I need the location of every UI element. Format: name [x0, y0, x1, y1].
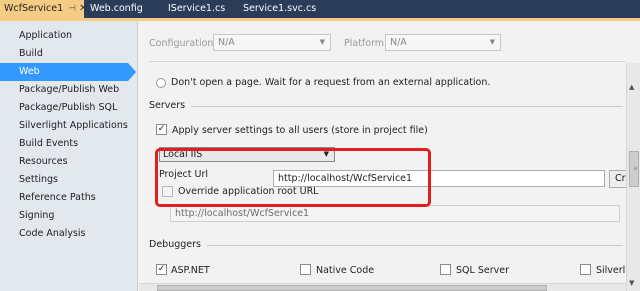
- native-code-debugger-label: Native Code: [316, 265, 375, 276]
- tab-label: WcfService1: [4, 3, 64, 14]
- chevron-down-icon: ▼: [319, 38, 325, 46]
- web-properties-page: Configuration: N/A ▼ Platform: N/A ▼ Don…: [139, 21, 640, 291]
- project-properties-sidebar: Application Build Web Package/Publish We…: [0, 21, 138, 291]
- apply-all-users-label: Apply server settings to all users (stor…: [172, 125, 428, 136]
- sidebar-item-label: Web: [19, 66, 40, 77]
- tab-label: Web.config: [90, 3, 143, 14]
- silverlight-debugger-checkbox[interactable]: [580, 264, 591, 275]
- native-code-debugger-checkbox[interactable]: [300, 264, 311, 275]
- grip-icon: ≡: [633, 165, 639, 172]
- tab-web-config[interactable]: Web.config: [86, 0, 148, 18]
- sidebar-item-package-publish-sql[interactable]: Package/Publish SQL: [0, 99, 135, 117]
- apply-all-users-checkbox[interactable]: ✓: [156, 124, 167, 135]
- tab-label: Service1.svc.cs: [243, 3, 317, 14]
- platform-select[interactable]: N/A ▼: [385, 34, 501, 51]
- platform-value: N/A: [390, 37, 407, 48]
- configuration-select[interactable]: N/A ▼: [213, 34, 331, 51]
- selection-arrow-icon: [128, 63, 136, 81]
- tab-iservice1[interactable]: IService1.cs: [164, 0, 226, 18]
- sidebar-item-package-publish-web[interactable]: Package/Publish Web: [0, 81, 135, 99]
- horizontal-scroll-thumb[interactable]: [157, 285, 547, 291]
- sidebar-item-settings[interactable]: Settings: [0, 171, 135, 189]
- sidebar-item-build-events[interactable]: Build Events: [0, 135, 135, 153]
- tab-label: IService1.cs: [168, 3, 226, 14]
- pin-icon[interactable]: ⊣: [68, 4, 76, 14]
- sql-server-debugger-checkbox[interactable]: [440, 264, 451, 275]
- sidebar-item-resources[interactable]: Resources: [0, 153, 135, 171]
- sidebar-item-build[interactable]: Build: [0, 45, 135, 63]
- sidebar-item-reference-paths[interactable]: Reference Paths: [0, 189, 135, 207]
- sidebar-item-signing[interactable]: Signing: [0, 207, 135, 225]
- servers-section-title: Servers: [149, 100, 192, 111]
- dont-open-page-label: Don't open a page. Wait for a request fr…: [171, 77, 491, 88]
- dont-open-page-radio[interactable]: [156, 78, 166, 88]
- scroll-up-icon[interactable]: ▲: [629, 83, 634, 91]
- vertical-scroll-thumb[interactable]: ≡: [629, 151, 639, 187]
- vertical-scrollbar[interactable]: ▲ ≡ ▼: [626, 63, 640, 291]
- sidebar-item-application[interactable]: Application: [0, 27, 135, 45]
- aspnet-debugger-label: ASP.NET: [171, 265, 210, 276]
- debuggers-separator: [151, 245, 623, 246]
- scroll-down-icon[interactable]: ▼: [629, 279, 634, 287]
- servers-separator: [151, 106, 623, 107]
- chevron-down-icon: ▼: [489, 38, 495, 46]
- tab-wcfservice1[interactable]: WcfService1 ⊣ ✕: [0, 0, 87, 18]
- document-tab-bar: WcfService1 ⊣ ✕ Web.config IService1.cs Se…: [0, 0, 640, 21]
- root-url-input[interactable]: http://localhost/WcfService1: [170, 205, 620, 222]
- sidebar-item-silverlight-applications[interactable]: Silverlight Applications: [0, 117, 135, 135]
- red-highlight-box: [155, 148, 431, 207]
- sql-server-debugger-label: SQL Server: [456, 265, 509, 276]
- aspnet-debugger-checkbox[interactable]: ✓: [156, 264, 167, 275]
- sidebar-item-web[interactable]: Web: [0, 63, 136, 81]
- tab-service1-svc[interactable]: Service1.svc.cs: [239, 0, 319, 18]
- platform-label: Platform:: [344, 38, 388, 49]
- create-virtual-directory-button[interactable]: Cre: [609, 170, 627, 188]
- horizontal-scrollbar[interactable]: [139, 283, 626, 291]
- configuration-value: N/A: [218, 37, 235, 48]
- sidebar-item-code-analysis[interactable]: Code Analysis: [0, 225, 135, 243]
- debuggers-section-title: Debuggers: [149, 239, 207, 250]
- configuration-label: Configuration:: [149, 38, 217, 49]
